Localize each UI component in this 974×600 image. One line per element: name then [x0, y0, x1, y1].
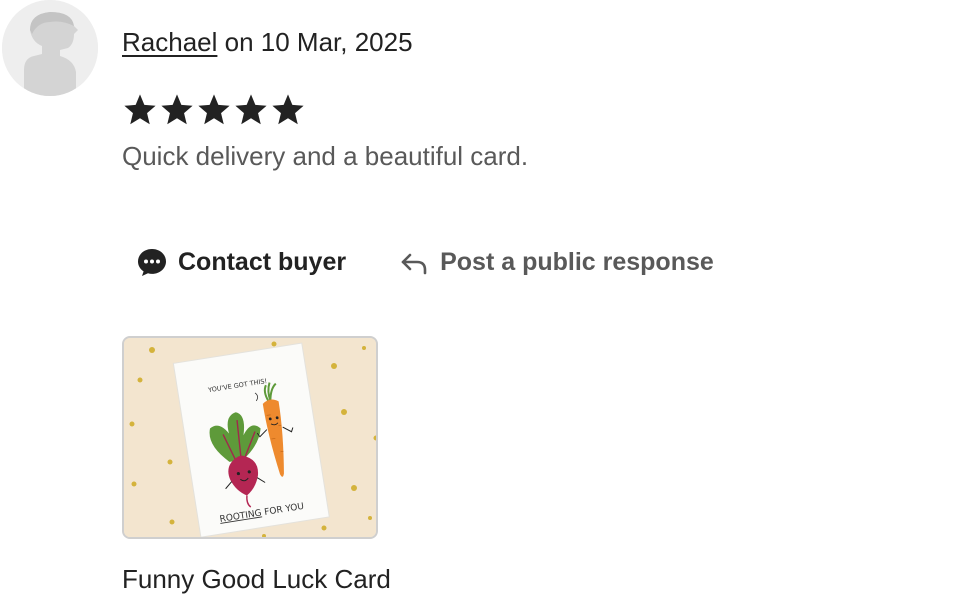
review-text: Quick delivery and a beautiful card.	[122, 141, 529, 171]
post-public-response-button[interactable]: Post a public response	[398, 244, 714, 280]
reply-arrow-icon	[401, 253, 427, 275]
star-icon	[235, 94, 267, 125]
post-public-response-label: Post a public response	[440, 248, 714, 276]
contact-buyer-label: Contact buyer	[178, 248, 347, 276]
star-icon	[124, 94, 156, 125]
review-date: on 10 Mar, 2025	[217, 27, 413, 57]
listing-image[interactable]: YOU'VE GOT THIS! ROOTING FOR YOU	[122, 336, 378, 539]
review-card: Rachael on 10 Mar, 2025 Quick delivery a…	[0, 0, 974, 600]
review-actions: Contact buyer Post a public response	[136, 244, 714, 280]
star-icon	[198, 94, 230, 125]
default-avatar-icon	[2, 0, 98, 96]
star-icon	[272, 94, 304, 125]
review-header: Rachael on 10 Mar, 2025	[122, 26, 413, 58]
avatar[interactable]	[2, 0, 98, 96]
author-link[interactable]: Rachael	[122, 27, 217, 57]
card-product-image: YOU'VE GOT THIS! ROOTING FOR YOU	[124, 338, 376, 537]
star-rating	[122, 92, 306, 128]
listing-title[interactable]: Funny Good Luck Card	[122, 563, 391, 595]
contact-buyer-button[interactable]: Contact buyer	[136, 244, 346, 280]
star-icon	[161, 94, 193, 125]
chat-bubble-dots-icon	[138, 249, 166, 276]
